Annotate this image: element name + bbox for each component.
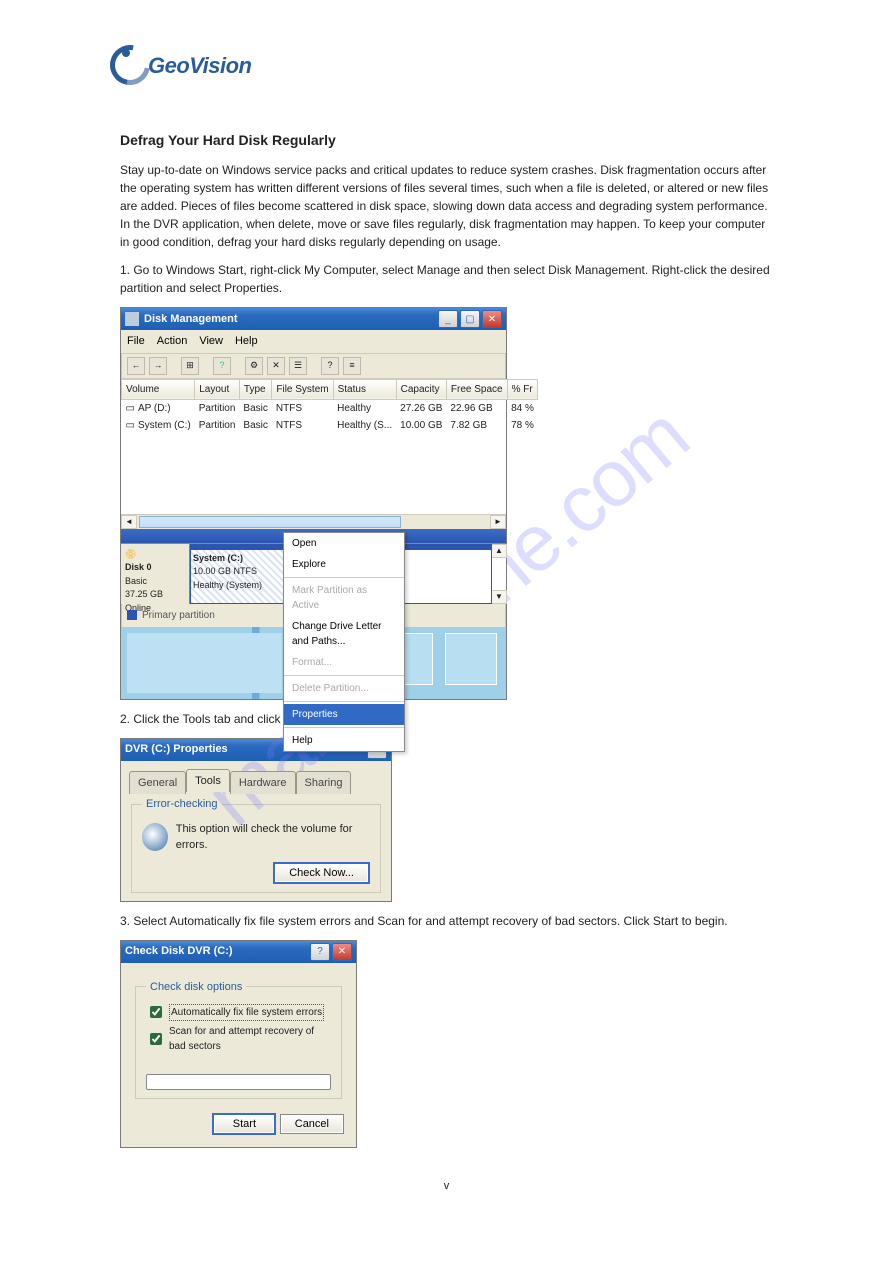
close-button[interactable]: ✕: [482, 310, 502, 328]
col-capacity[interactable]: Capacity: [396, 379, 446, 399]
cancel-button[interactable]: Cancel: [280, 1114, 344, 1134]
minimize-button[interactable]: _: [438, 310, 458, 328]
views-button[interactable]: ⊞: [181, 357, 199, 375]
tab-sharing[interactable]: Sharing: [296, 771, 352, 795]
ctx-change-drive-letter[interactable]: Change Drive Letter and Paths...: [284, 616, 404, 652]
help-button[interactable]: ?: [321, 357, 339, 375]
menu-help[interactable]: Help: [235, 333, 258, 350]
step-2: 2. Click the Tools tab and click Check N…: [120, 710, 773, 728]
tab-tools[interactable]: Tools: [186, 769, 230, 793]
disk-label[interactable]: 📀 Disk 0 Basic 37.25 GB Online: [121, 544, 190, 604]
vertical-scrollbar[interactable]: ▲ ▼: [492, 544, 506, 604]
maximize-button[interactable]: ▢: [460, 310, 480, 328]
menu-view[interactable]: View: [199, 333, 223, 350]
start-button[interactable]: Start: [212, 1113, 276, 1135]
horizontal-scrollbar[interactable]: ◄ ►: [121, 514, 506, 529]
ctx-open[interactable]: Open: [284, 533, 404, 554]
page-number: v: [120, 1178, 773, 1195]
forward-button[interactable]: →: [149, 357, 167, 375]
check-now-button[interactable]: Check Now...: [273, 862, 370, 884]
step-3: 3. Select Automatically fix file system …: [120, 912, 773, 930]
group-label: Error-checking: [142, 796, 222, 813]
table-row[interactable]: ▭AP (D:) Partition Basic NTFS Healthy 27…: [122, 399, 538, 417]
group-label: Check disk options: [146, 979, 246, 996]
checkbox-autofix[interactable]: Automatically fix file system errors: [146, 1003, 331, 1021]
checkbox-scan-recovery[interactable]: Scan for and attempt recovery of bad sec…: [146, 1024, 331, 1054]
delete-button[interactable]: ✕: [267, 357, 285, 375]
drive-icon: ▭: [126, 418, 135, 433]
help-button[interactable]: ?: [310, 943, 330, 961]
tab-hardware[interactable]: Hardware: [230, 771, 296, 795]
app-icon: [125, 312, 139, 326]
col-type[interactable]: Type: [239, 379, 271, 399]
ctx-properties[interactable]: Properties: [284, 704, 404, 725]
legend-label: Primary partition: [142, 608, 215, 623]
disk-check-icon: [142, 823, 168, 851]
back-button[interactable]: ←: [127, 357, 145, 375]
ctx-help[interactable]: Help: [284, 730, 404, 751]
refresh-button[interactable]: ?: [213, 357, 231, 375]
settings-button[interactable]: ⚙: [245, 357, 263, 375]
check-disk-title: Check Disk DVR (C:): [125, 943, 310, 960]
menu-file[interactable]: File: [127, 333, 145, 350]
col-volume[interactable]: Volume: [122, 379, 195, 399]
disk-management-window: Disk Management _ ▢ ✕ File Action View H…: [120, 307, 507, 700]
progress-bar: [146, 1074, 331, 1090]
section-heading: Defrag Your Hard Disk Regularly: [120, 130, 773, 151]
col-layout[interactable]: Layout: [195, 379, 240, 399]
legend-swatch: [127, 610, 137, 620]
ctx-delete-partition: Delete Partition...: [284, 678, 404, 699]
brand-logo: GeoVision: [110, 45, 251, 79]
ctx-mark-active: Mark Partition as Active: [284, 580, 404, 616]
close-button[interactable]: ✕: [332, 943, 352, 961]
properties-button[interactable]: ☰: [289, 357, 307, 375]
context-menu[interactable]: Open Explore Mark Partition as Active Ch…: [283, 532, 405, 752]
error-check-desc: This option will check the volume for er…: [176, 821, 370, 854]
scroll-left-button[interactable]: ◄: [121, 515, 137, 529]
paragraph-1: Stay up-to-date on Windows service packs…: [120, 161, 773, 251]
scroll-right-button[interactable]: ►: [490, 515, 506, 529]
ctx-format: Format...: [284, 652, 404, 673]
properties-dialog: DVR (C:) Properties ? General Tools Hard…: [120, 738, 392, 902]
window-title: Disk Management: [144, 311, 438, 328]
col-status[interactable]: Status: [333, 379, 396, 399]
drive-icon: ▭: [126, 401, 135, 416]
ctx-explore[interactable]: Explore: [284, 554, 404, 575]
table-row[interactable]: ▭System (C:) Partition Basic NTFS Health…: [122, 417, 538, 434]
brand-name: GeoVision: [148, 53, 251, 79]
menu-action[interactable]: Action: [157, 333, 188, 350]
tab-general[interactable]: General: [129, 771, 186, 795]
col-pct[interactable]: % Fr: [507, 379, 538, 399]
list-button[interactable]: ≡: [343, 357, 361, 375]
col-free[interactable]: Free Space: [446, 379, 507, 399]
step-1: 1. Go to Windows Start, right-click My C…: [120, 261, 773, 297]
col-fs[interactable]: File System: [272, 379, 333, 399]
check-disk-dialog: Check Disk DVR (C:) ? ✕ Check disk optio…: [120, 940, 357, 1149]
